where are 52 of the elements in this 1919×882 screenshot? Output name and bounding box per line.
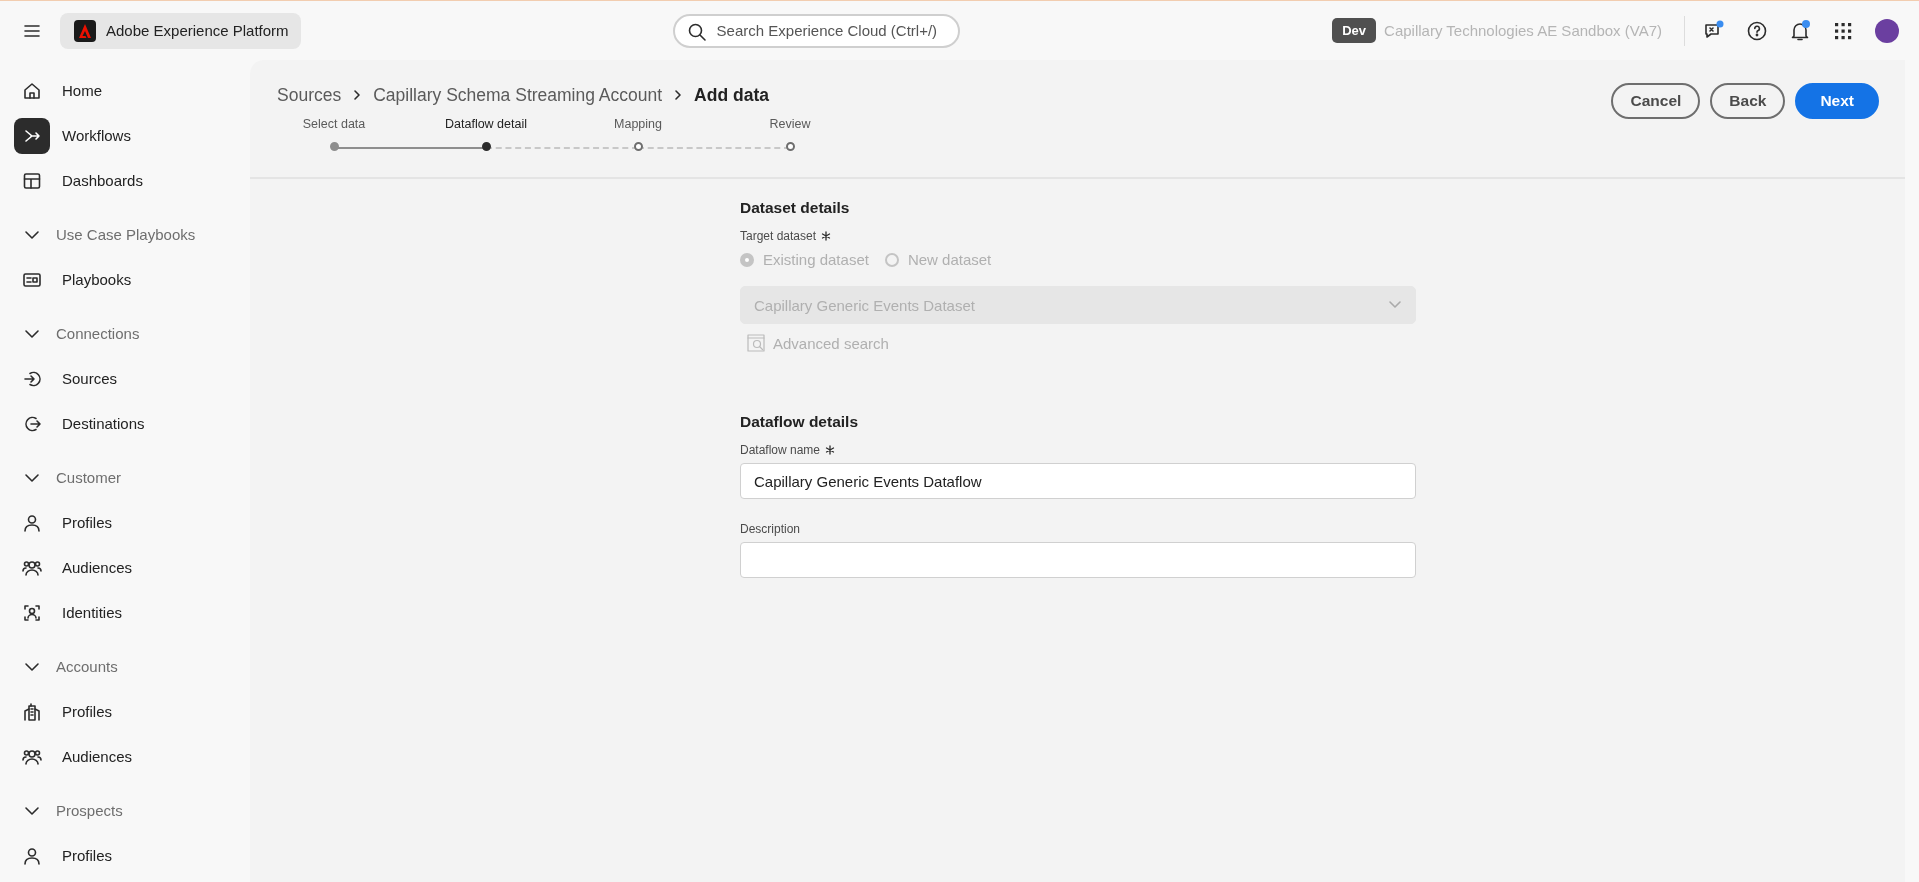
section-header[interactable]: Connections xyxy=(14,311,140,356)
nav-item[interactable]: Profiles xyxy=(14,500,250,545)
step-label: Dataflow detail xyxy=(445,117,527,133)
section-header[interactable]: Use Case Playbooks xyxy=(14,212,196,257)
search-field[interactable]: Search Experience Cloud (Ctrl+/) xyxy=(672,13,960,48)
section-header[interactable]: Customer xyxy=(14,455,122,500)
help-icon[interactable] xyxy=(1746,19,1768,42)
page-title: Add data xyxy=(694,84,769,106)
field-label: Target dataset xyxy=(740,229,817,243)
field-label: Description xyxy=(740,522,801,536)
app-switcher[interactable]: Adobe Experience Platform xyxy=(60,12,301,49)
nav-item[interactable]: Profiles xyxy=(14,833,250,878)
dashboard-icon xyxy=(22,170,42,191)
step-label: Mapping xyxy=(614,117,662,133)
field-label: Dataflow name xyxy=(740,443,821,457)
person-icon xyxy=(22,845,42,866)
action-button[interactable]: Back xyxy=(1710,83,1786,119)
nav-item[interactable]: Dashboards xyxy=(14,158,250,203)
action-button[interactable]: Next xyxy=(1795,83,1879,119)
app-name: Adobe Experience Platform xyxy=(106,22,289,39)
home-icon xyxy=(22,80,42,101)
nav-item[interactable]: Audiences xyxy=(14,734,250,779)
action-button[interactable]: Cancel xyxy=(1611,83,1701,119)
notification-icon[interactable] xyxy=(1789,19,1811,42)
step-label: Select data xyxy=(302,117,366,133)
nav-item[interactable]: Home xyxy=(14,68,250,113)
nav-item[interactable]: Destinations xyxy=(14,401,250,446)
logo-icon xyxy=(74,19,96,42)
breadcrumb-link[interactable]: Sources xyxy=(277,84,342,106)
breadcrumb-link[interactable]: Capillary Schema Streaming Account xyxy=(373,84,663,106)
nav-item[interactable]: Audiences xyxy=(14,545,250,590)
required-icon xyxy=(825,445,836,455)
nav-item[interactable]: Playbooks xyxy=(14,257,250,302)
advanced-search-icon xyxy=(747,334,765,352)
person-icon xyxy=(22,512,42,533)
step-label: Review xyxy=(769,117,811,133)
text-field[interactable] xyxy=(740,542,1416,578)
search-icon xyxy=(686,21,707,42)
face-scan-icon xyxy=(22,602,42,623)
section-header[interactable]: Prospects xyxy=(14,788,123,833)
section-header[interactable]: Accounts xyxy=(14,644,118,689)
nav-item[interactable]: Profiles xyxy=(14,689,250,734)
avatar[interactable] xyxy=(1875,18,1899,43)
nav-item[interactable]: Workflows xyxy=(14,113,250,158)
required-icon xyxy=(821,231,832,241)
text-field[interactable]: Capillary Generic Events Dataflow xyxy=(740,463,1416,499)
nav-item[interactable]: Sources xyxy=(14,356,250,401)
section-title: Dataset details xyxy=(740,199,851,217)
environment-badge: Dev xyxy=(1332,18,1377,43)
section-title: Dataflow details xyxy=(740,413,859,431)
nav-item[interactable]: Identities xyxy=(14,590,250,635)
building-icon xyxy=(22,701,42,722)
